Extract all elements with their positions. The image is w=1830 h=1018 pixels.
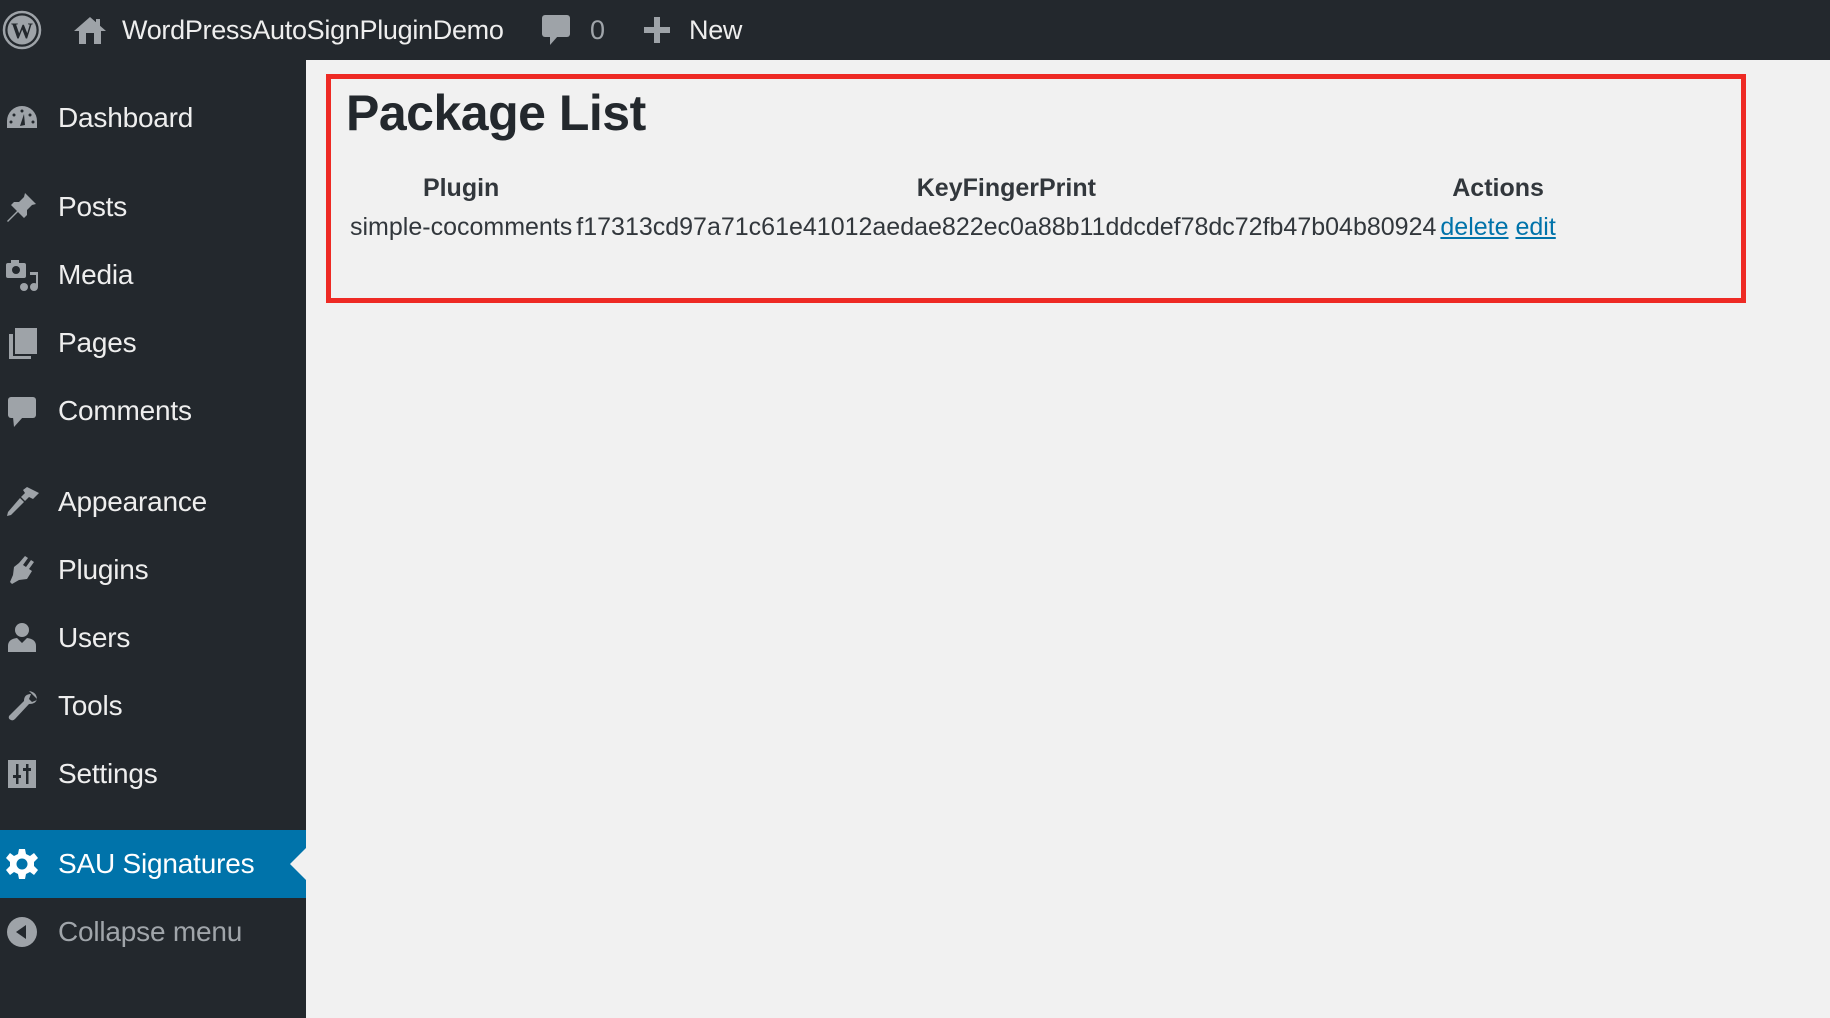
sidebar-item-label: Posts [58, 191, 128, 222]
admin-bar: W WordPressAutoSignPluginDemo 0 New [0, 0, 1830, 60]
site-name-link[interactable]: WordPressAutoSignPluginDemo [72, 0, 504, 60]
user-icon [5, 621, 39, 655]
collapse-menu-button[interactable]: Collapse menu [0, 898, 306, 966]
plugin-name-cell: simple-cocomments [350, 213, 573, 241]
table-row: simple-cocomments f17313cd97a71c61e41012… [350, 209, 1556, 246]
sidebar-item-tools[interactable]: Tools [0, 672, 306, 740]
comment-icon [5, 394, 39, 428]
sidebar-item-label: Appearance [58, 486, 208, 517]
paintbrush-icon [5, 485, 39, 519]
sidebar-item-label: Collapse menu [58, 916, 243, 947]
sidebar-item-posts[interactable]: Posts [0, 173, 306, 241]
column-header-plugin: Plugin [422, 174, 500, 202]
pin-icon [5, 190, 39, 224]
delete-link[interactable]: delete [1440, 213, 1508, 241]
sidebar-item-settings[interactable]: Settings [0, 740, 306, 808]
svg-text:W: W [11, 18, 33, 43]
sidebar-item-label: Settings [58, 758, 158, 789]
sidebar-item-label: Users [58, 622, 131, 653]
sidebar-item-pages[interactable]: Pages [0, 309, 306, 377]
main-content: Package List Plugin KeyFingerPrint Actio… [306, 60, 1830, 1018]
sidebar-item-label: Media [58, 259, 134, 290]
comment-icon [542, 15, 570, 45]
sidebar-item-sau-signatures[interactable]: SAU Signatures [0, 830, 306, 898]
page-title: Package List [346, 85, 646, 141]
settings-icon [5, 757, 39, 791]
sidebar-item-label: Comments [58, 395, 192, 426]
sidebar-item-users[interactable]: Users [0, 604, 306, 672]
plus-icon [644, 17, 670, 43]
new-content-button[interactable]: New [642, 0, 742, 60]
sidebar-item-media[interactable]: Media [0, 241, 306, 309]
wordpress-logo-button[interactable]: W [0, 0, 44, 60]
current-page-indicator [290, 848, 306, 880]
site-title: WordPressAutoSignPluginDemo [122, 14, 504, 45]
sidebar-item-plugins[interactable]: Plugins [0, 536, 306, 604]
comments-count: 0 [590, 14, 606, 45]
admin-sidebar: Dashboard Posts Media Pages Comments App… [0, 60, 306, 1018]
sidebar-item-label: Dashboard [58, 102, 194, 133]
table-header-row: Plugin KeyFingerPrint Actions [350, 170, 1556, 207]
fingerprint-cell: f17313cd97a71c61e41012aedae822ec0a88b11d… [576, 213, 1437, 241]
column-header-keyfingerprint: KeyFingerPrint [916, 174, 1096, 202]
package-table: Plugin KeyFingerPrint Actions simple-coc… [346, 168, 1560, 248]
sidebar-item-label: Pages [58, 327, 137, 358]
wrench-icon [5, 689, 39, 723]
new-label: New [689, 14, 743, 45]
sidebar-item-dashboard[interactable]: Dashboard [0, 84, 306, 152]
home-icon [74, 17, 106, 44]
sidebar-item-label: SAU Signatures [58, 848, 255, 879]
sidebar-item-label: Tools [58, 690, 123, 721]
sidebar-item-comments[interactable]: Comments [0, 377, 306, 445]
plugin-icon [5, 553, 39, 587]
collapse-icon [5, 915, 39, 949]
edit-link[interactable]: edit [1515, 213, 1555, 241]
comments-link[interactable]: 0 [540, 0, 605, 60]
media-icon [5, 258, 39, 292]
column-header-actions: Actions [1452, 174, 1544, 202]
pages-icon [5, 326, 39, 360]
wordpress-logo-icon: W [2, 10, 42, 50]
sidebar-item-label: Plugins [58, 554, 149, 585]
gear-icon [5, 847, 39, 881]
dashboard-icon [5, 101, 39, 135]
sidebar-item-appearance[interactable]: Appearance [0, 468, 306, 536]
actions-cell: delete edit [1440, 209, 1555, 246]
